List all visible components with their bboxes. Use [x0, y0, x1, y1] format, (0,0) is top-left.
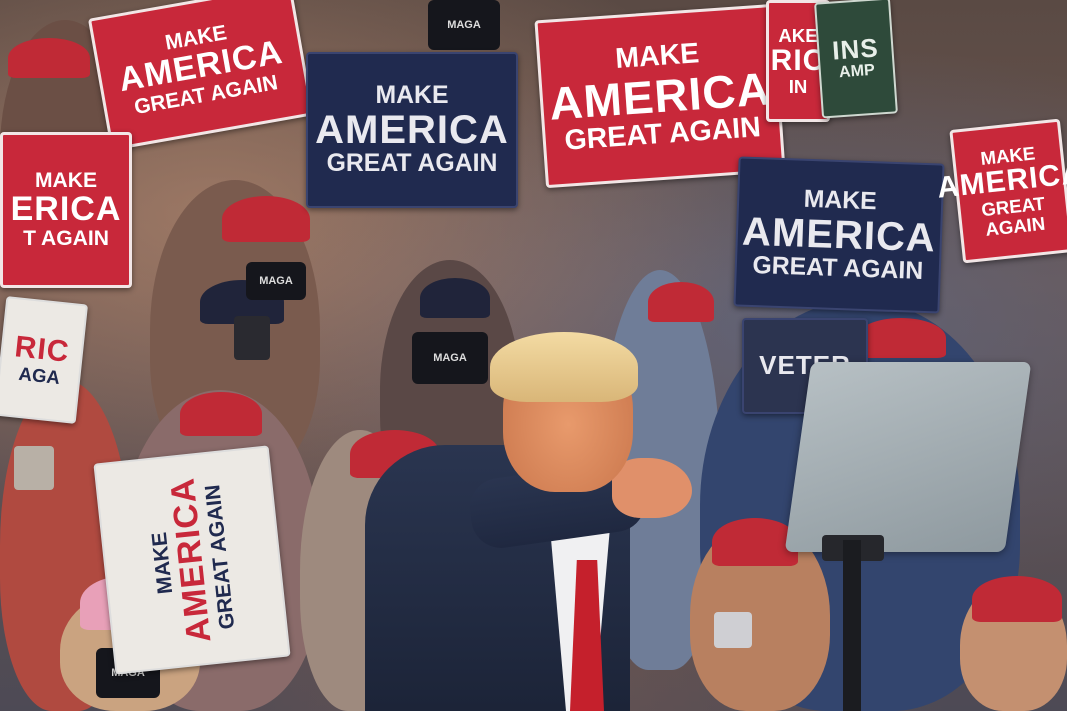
sign-line: AKE: [778, 24, 818, 46]
maga-mask: MAGA: [428, 0, 500, 50]
sign-line: MAKE: [34, 169, 98, 193]
red-cap: [222, 196, 310, 242]
vertical-sign-text: MAKE AMERICA GREAT AGAIN: [144, 473, 241, 646]
phone: [14, 446, 54, 490]
sign-line: GREAT AGAIN: [326, 150, 498, 177]
red-cap: [180, 392, 262, 436]
teleprompter-glass: [784, 362, 1032, 552]
sign-line: MAKE: [803, 185, 878, 216]
maga-mask: MAGA: [412, 332, 488, 384]
campaign-sign: MAKE AMERICA GREAT AGAIN: [936, 118, 1067, 264]
maga-mask: MAGA: [246, 262, 306, 300]
sign-line: GREAT AGAIN: [751, 252, 924, 285]
sign-line: AMERICA: [315, 108, 509, 152]
red-cap: [856, 318, 946, 358]
campaign-sign: MAKE ERICA T AGAIN: [0, 132, 132, 288]
rally-photo: MAGA MAGA MAGA MAGA MAKE AMERICA GREAT A…: [0, 0, 1067, 711]
sign-line: MAKE: [375, 81, 449, 109]
phone: [234, 316, 270, 360]
speaker-hair: [490, 332, 638, 402]
red-cap: [8, 38, 90, 78]
red-cap: [648, 282, 714, 322]
sign-line: ERICA: [10, 190, 122, 229]
sign-line: IN: [788, 75, 808, 97]
sign-line: AMP: [838, 60, 876, 82]
campaign-sign: INS AMP: [814, 0, 898, 119]
phone: [714, 612, 752, 648]
sign-line: AGA: [17, 362, 62, 389]
campaign-sign: MAKE AMERICA GREAT AGAIN: [306, 52, 518, 208]
campaign-sign: MAKE AMERICA GREAT AGAIN: [733, 156, 945, 314]
campaign-sign: MAKE AMERICA GREAT AGAIN: [93, 445, 291, 675]
navy-cap: [420, 278, 490, 318]
sign-line: T AGAIN: [23, 226, 109, 250]
campaign-sign: RIC AGA: [0, 296, 89, 424]
red-cap: [972, 576, 1062, 622]
campaign-sign: MAKE AMERICA GREAT AGAIN: [87, 0, 315, 151]
teleprompter-pole: [843, 540, 861, 711]
